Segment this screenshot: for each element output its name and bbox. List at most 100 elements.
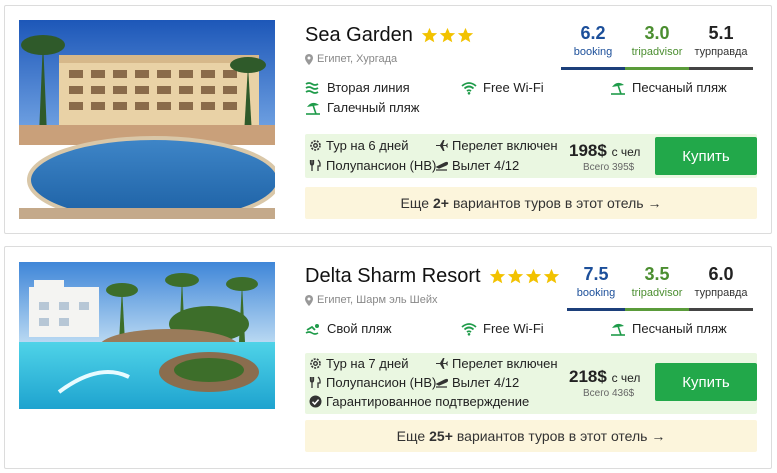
star-icon bbox=[543, 268, 559, 284]
hotel-location: Египет, Хургада bbox=[305, 53, 397, 65]
price-unit: с чел bbox=[611, 145, 641, 159]
feature-pebble-beach: Галечный пляж bbox=[305, 100, 419, 115]
gear-icon bbox=[310, 140, 321, 151]
hotel-photo-image bbox=[19, 20, 275, 219]
flight-text: Перелет включен bbox=[452, 356, 558, 371]
airplane-icon bbox=[436, 358, 448, 369]
rating-score: 3.5 bbox=[644, 264, 670, 284]
star-icon bbox=[439, 27, 456, 43]
hotel-name-row: Sea Garden bbox=[305, 24, 474, 47]
cutlery-icon bbox=[309, 376, 321, 388]
tour-offer: Тур на 6 дней Перелет включен Полупансио… bbox=[305, 134, 757, 178]
rating-booking[interactable]: 7.5 booking bbox=[567, 262, 625, 311]
rating-score: 3.0 bbox=[644, 23, 670, 43]
hotel-photo[interactable] bbox=[19, 20, 275, 219]
more-prefix: Еще bbox=[396, 428, 426, 444]
price-per-person: 198$ с чел bbox=[569, 141, 640, 161]
price-value: 218$ bbox=[569, 367, 607, 386]
flight-info: Перелет включен bbox=[435, 138, 558, 153]
departure-date: Вылет 4/12 bbox=[435, 158, 519, 173]
price-value: 198$ bbox=[569, 141, 607, 160]
ratings: 6.2 booking 3.0 tripadvisor 5.1 турправд… bbox=[561, 21, 753, 70]
more-suffix: вариантов туров в этот отель → bbox=[456, 428, 666, 444]
price-per-person: 218$ с чел bbox=[569, 367, 640, 387]
hotel-location: Египет, Шарм эль Шейх bbox=[305, 294, 438, 306]
location-pin-icon bbox=[305, 53, 313, 65]
rating-turpravda[interactable]: 5.1 турправда bbox=[689, 21, 753, 70]
rating-source: booking bbox=[576, 287, 616, 299]
tour-duration: Тур на 6 дней bbox=[309, 138, 409, 153]
ratings: 7.5 booking 3.5 tripadvisor 6.0 турправд… bbox=[567, 262, 753, 311]
feature-label: Free Wi-Fi bbox=[483, 80, 544, 95]
feature-wifi: Free Wi-Fi bbox=[461, 80, 544, 95]
airplane-icon bbox=[436, 140, 448, 151]
beach-umbrella-icon bbox=[611, 82, 625, 95]
tour-duration-text: Тур на 6 дней bbox=[326, 138, 409, 153]
location-text: Египет, Шарм эль Шейх bbox=[317, 294, 438, 306]
tour-offer: Тур на 7 дней Перелет включен Полупансио… bbox=[305, 353, 757, 414]
check-circle-icon bbox=[309, 395, 322, 408]
meal-plan: Полупансион (HB) bbox=[309, 375, 436, 390]
feature-sand-beach: Песчаный пляж bbox=[610, 321, 727, 336]
rating-source: tripadvisor bbox=[631, 287, 683, 299]
tour-duration: Тур на 7 дней bbox=[309, 356, 409, 371]
feature-label: Песчаный пляж bbox=[632, 321, 727, 336]
rating-tripadvisor[interactable]: 3.0 tripadvisor bbox=[625, 21, 689, 70]
feature-label: Галечный пляж bbox=[327, 100, 420, 115]
feature-label: Песчаный пляж bbox=[632, 80, 727, 95]
rating-source: турправда bbox=[694, 287, 748, 299]
hotel-name[interactable]: Delta Sharm Resort bbox=[305, 265, 481, 288]
beach-umbrella-icon bbox=[611, 323, 625, 336]
star-icon bbox=[489, 268, 505, 284]
hotel-name[interactable]: Sea Garden bbox=[305, 24, 413, 47]
rating-source: tripadvisor bbox=[631, 46, 683, 58]
star-icon bbox=[421, 27, 438, 43]
rating-source: турправда bbox=[694, 46, 748, 58]
more-tours-link[interactable]: Еще 2+ вариантов туров в этот отель → bbox=[305, 187, 757, 219]
waves-icon bbox=[305, 81, 319, 94]
meal-plan: Полупансион (HB) bbox=[309, 158, 436, 173]
price-total: Всего 436$ bbox=[583, 388, 635, 399]
wifi-icon bbox=[461, 81, 477, 95]
flight-info: Перелет включен bbox=[435, 356, 558, 371]
more-count: 2+ bbox=[433, 195, 449, 211]
beach-umbrella-icon bbox=[306, 102, 320, 115]
wifi-icon bbox=[461, 322, 477, 336]
star-icon bbox=[457, 27, 474, 43]
meal-plan-text: Полупансион (HB) bbox=[326, 375, 437, 390]
price-unit: с чел bbox=[611, 371, 641, 385]
feature-label: Свой пляж bbox=[327, 321, 392, 336]
departure-date: Вылет 4/12 bbox=[435, 375, 519, 390]
hotel-name-row: Delta Sharm Resort bbox=[305, 265, 560, 288]
rating-turpravda[interactable]: 6.0 турправда bbox=[689, 262, 753, 311]
feature-label: Free Wi-Fi bbox=[483, 321, 544, 336]
guaranteed-confirmation: Гарантированное подтверждение bbox=[309, 394, 529, 409]
location-pin-icon bbox=[305, 294, 313, 306]
more-suffix: вариантов туров в этот отель → bbox=[452, 195, 662, 211]
star-icon bbox=[507, 268, 523, 284]
rating-score: 7.5 bbox=[583, 264, 609, 284]
hotel-photo[interactable] bbox=[19, 262, 275, 409]
star-rating bbox=[489, 268, 560, 285]
departure-plane-icon bbox=[435, 378, 448, 388]
flight-text: Перелет включен bbox=[452, 138, 558, 153]
feature-own-beach: Свой пляж bbox=[305, 321, 392, 336]
more-tours-link[interactable]: Еще 25+ вариантов туров в этот отель → bbox=[305, 420, 757, 452]
rating-tripadvisor[interactable]: 3.5 tripadvisor bbox=[625, 262, 689, 311]
tour-duration-text: Тур на 7 дней bbox=[326, 356, 409, 371]
star-icon bbox=[525, 268, 541, 284]
rating-score: 6.2 bbox=[580, 23, 606, 43]
departure-text: Вылет 4/12 bbox=[452, 158, 520, 173]
buy-button[interactable]: Купить bbox=[655, 137, 757, 175]
rating-score: 6.0 bbox=[708, 264, 734, 284]
cutlery-icon bbox=[309, 159, 321, 171]
hotel-card: Delta Sharm Resort Египет, Шарм эль Шейх… bbox=[4, 246, 772, 469]
meal-plan-text: Полупансион (HB) bbox=[326, 158, 437, 173]
rating-booking[interactable]: 6.2 booking bbox=[561, 21, 625, 70]
star-rating bbox=[421, 27, 474, 44]
more-count: 25+ bbox=[429, 428, 453, 444]
departure-text: Вылет 4/12 bbox=[452, 375, 520, 390]
buy-button[interactable]: Купить bbox=[655, 363, 757, 401]
hotel-card: Sea Garden Египет, Хургада 6.2 booking 3… bbox=[4, 5, 772, 234]
rating-score: 5.1 bbox=[708, 23, 734, 43]
